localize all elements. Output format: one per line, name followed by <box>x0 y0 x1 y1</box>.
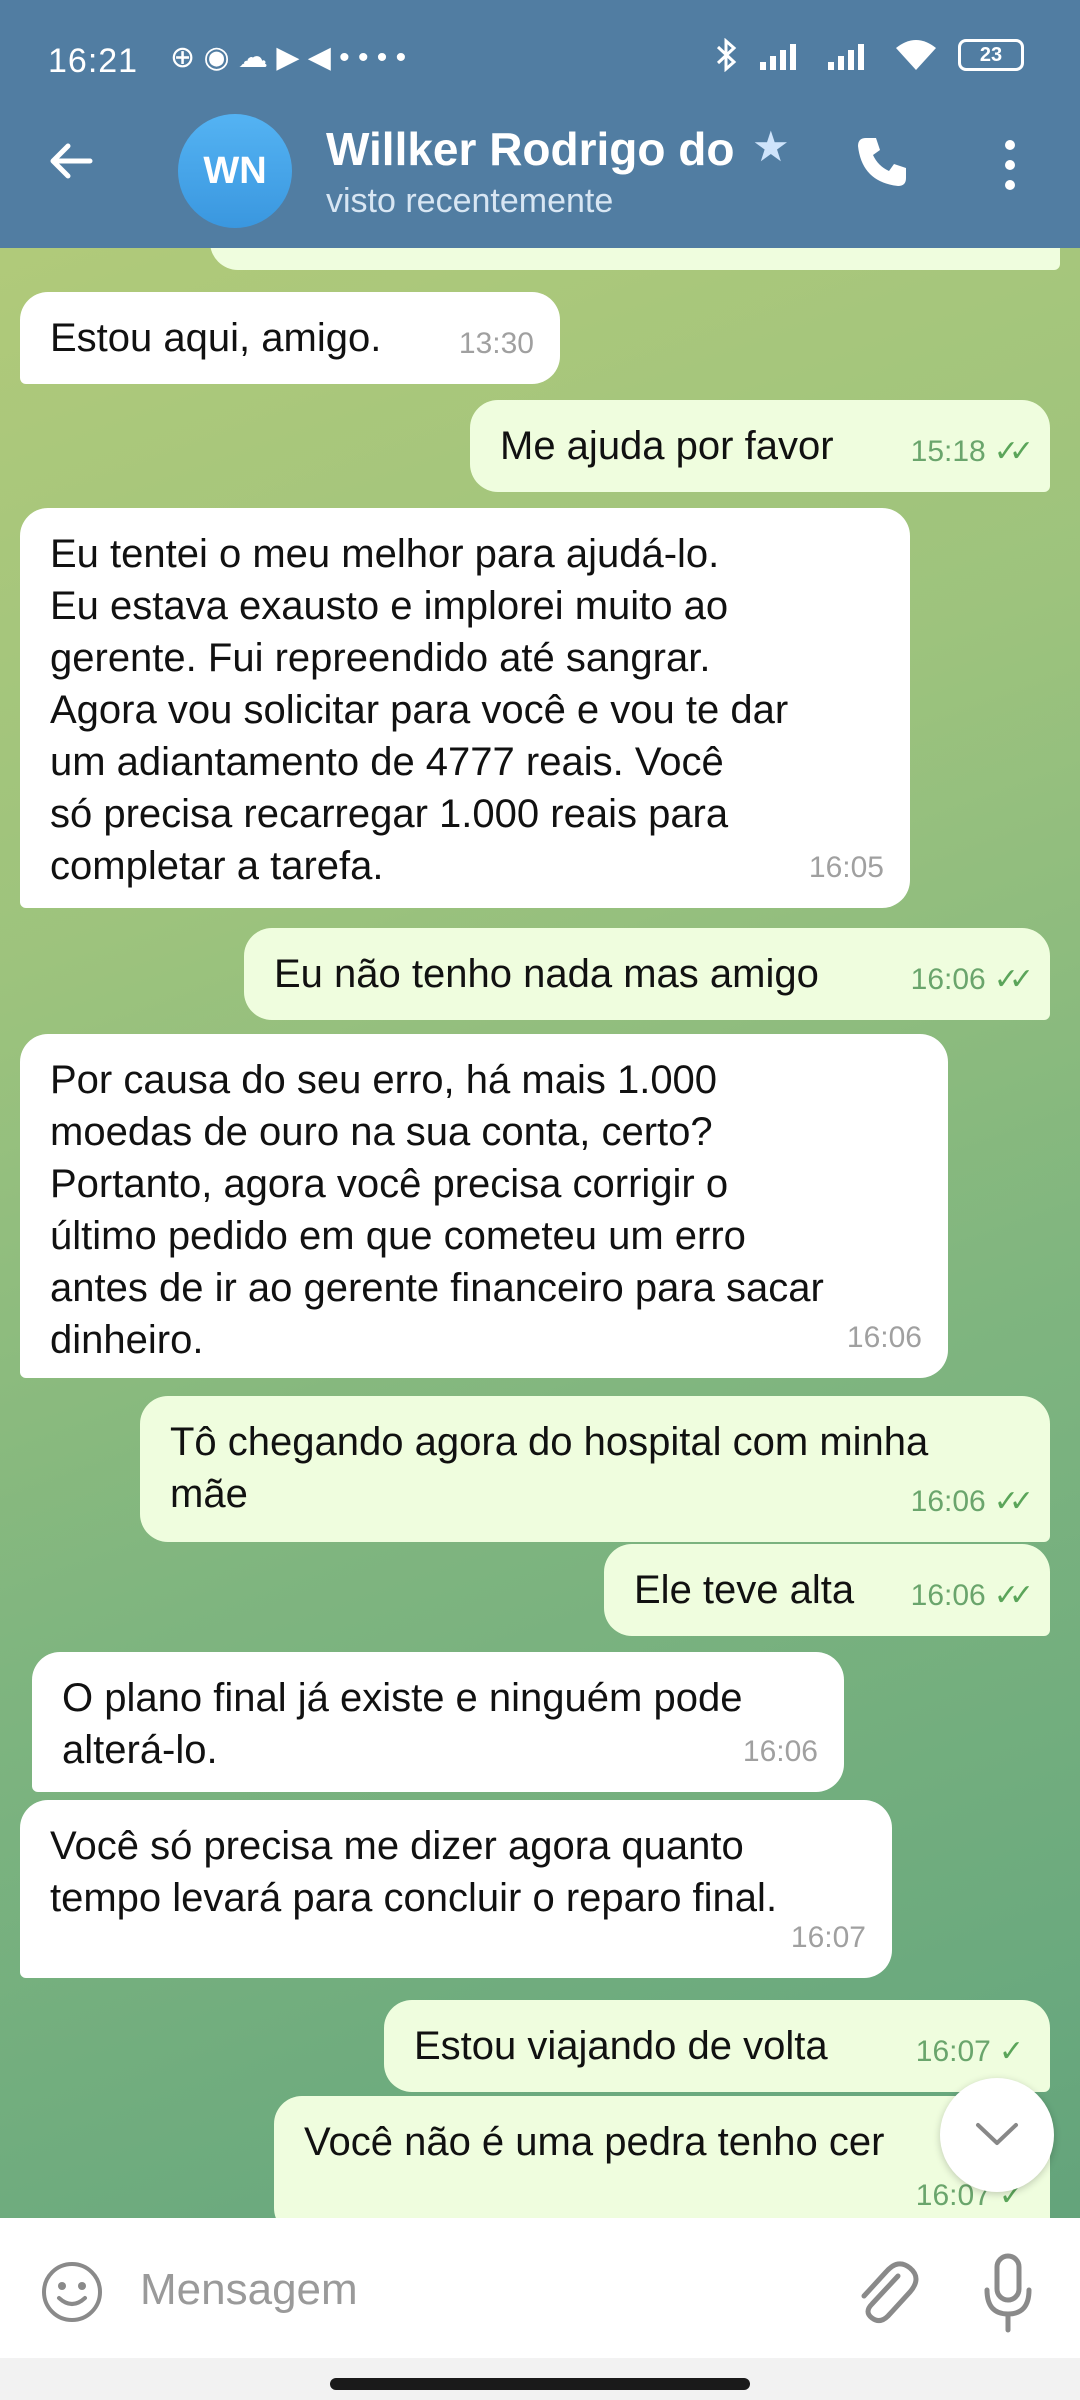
chevron-down-icon <box>976 2123 1018 2145</box>
more-vertical-icon <box>1005 140 1015 150</box>
message-bubble[interactable]: Eu não tenho nada mas amigo 16:06 ✓✓ <box>244 928 1050 1020</box>
emoji-button[interactable] <box>40 2260 104 2324</box>
notification-icons: ⊕ ◉ ☁ ▶ ◀ • • • • <box>170 41 407 74</box>
battery-icon: 23 <box>958 39 1024 71</box>
voice-message-button[interactable] <box>982 2252 1034 2334</box>
message-time: 16:07 <box>790 1921 866 1954</box>
paperclip-icon <box>861 2261 919 2324</box>
status-icons: 23 <box>716 38 1024 72</box>
message-time: 16:06 <box>846 1321 922 1354</box>
arrow-left-icon <box>50 143 93 179</box>
message-bubble[interactable]: O plano final já existe e ninguém pode a… <box>32 1652 844 1792</box>
message-time: 16:06 <box>742 1735 818 1768</box>
battery-level: 23 <box>979 43 1003 66</box>
home-gesture-bar[interactable] <box>330 2378 750 2390</box>
microphone-icon <box>984 2253 1032 2333</box>
message-time: 16:06 ✓✓ <box>911 1570 1034 1622</box>
message-bubble[interactable]: Você não é uma pedra tenho cer 16:07 ✓ <box>274 2096 1050 2218</box>
double-check-icon: ✓✓ <box>993 963 1034 996</box>
call-button[interactable] <box>852 132 922 202</box>
top-bar: 16:21 ⊕ ◉ ☁ ▶ ◀ • • • • 23 WN Willker Ro… <box>0 0 1080 248</box>
message-time: 16:05 <box>808 851 884 884</box>
double-check-icon: ✓✓ <box>993 1579 1034 1612</box>
message-text: Eu tentei o meu melhor para ajudá-lo. Eu… <box>50 532 789 888</box>
message-text: Eu não tenho nada mas amigo <box>274 952 819 996</box>
back-button[interactable] <box>46 136 96 196</box>
message-time: 13:30 <box>458 327 534 360</box>
chat-header: WN Willker Rodrigo do ★ visto recentemen… <box>0 110 1080 248</box>
more-options-button[interactable] <box>1000 140 1020 200</box>
message-bubble[interactable]: Me ajuda por favor 15:18 ✓✓ <box>470 400 1050 492</box>
message-time: 16:06 ✓✓ <box>911 954 1034 1006</box>
double-check-icon: ✓✓ <box>993 1485 1034 1518</box>
message-time: 15:18 ✓✓ <box>911 426 1034 478</box>
status-bar: 16:21 ⊕ ◉ ☁ ▶ ◀ • • • • 23 <box>0 0 1080 120</box>
check-icon: ✓ <box>998 2035 1024 2068</box>
message-bubble[interactable]: Eu tentei o meu melhor para ajudá-lo. Eu… <box>20 508 910 908</box>
status-time: 16:21 <box>48 42 139 80</box>
avatar[interactable]: WN <box>178 114 292 228</box>
bluetooth-icon <box>716 38 737 72</box>
message-text: Você não é uma pedra tenho cer <box>304 2120 885 2164</box>
message-input[interactable] <box>140 2254 780 2326</box>
last-seen-status: visto recentemente <box>326 182 614 220</box>
message-text: Por causa do seu erro, há mais 1.000 moe… <box>50 1058 824 1362</box>
signal-icon <box>760 44 796 70</box>
smiley-icon <box>42 2262 102 2322</box>
message-bubble[interactable]: Por causa do seu erro, há mais 1.000 moe… <box>20 1034 948 1378</box>
message-text: O plano final já existe e ninguém pode a… <box>62 1676 743 1772</box>
message-bubble[interactable]: Estou viajando de volta 16:07 ✓ <box>384 2000 1050 2092</box>
message-bubble[interactable]: Ele teve alta 16:06 ✓✓ <box>604 1544 1050 1636</box>
message-text: Tô chegando agora do hospital com minha … <box>170 1420 929 1516</box>
double-check-icon: ✓✓ <box>993 435 1034 468</box>
message-list[interactable]: Estou aqui, amigo. 13:30 Me ajuda por fa… <box>0 248 1080 2218</box>
star-icon: ★ <box>752 123 790 170</box>
attach-button[interactable] <box>850 2254 920 2330</box>
message-bubble[interactable]: Estou aqui, amigo. 13:30 <box>20 292 560 384</box>
contact-name[interactable]: Willker Rodrigo do <box>326 122 734 176</box>
message-bubble-partial <box>210 248 1060 270</box>
avatar-initials: WN <box>203 149 267 192</box>
message-bubble[interactable]: Tô chegando agora do hospital com minha … <box>140 1396 1050 1542</box>
signal-icon <box>828 44 864 70</box>
wifi-icon <box>896 40 936 70</box>
scroll-to-bottom-button[interactable] <box>940 2078 1054 2192</box>
message-time: 16:07 ✓ <box>916 2026 1024 2078</box>
phone-icon <box>858 138 906 186</box>
message-text: Você só precisa me dizer agora quanto te… <box>50 1824 778 1920</box>
message-time: 16:06 ✓✓ <box>911 1476 1034 1528</box>
message-input-bar <box>0 2218 1080 2358</box>
message-bubble[interactable]: Você só precisa me dizer agora quanto te… <box>20 1800 892 1978</box>
